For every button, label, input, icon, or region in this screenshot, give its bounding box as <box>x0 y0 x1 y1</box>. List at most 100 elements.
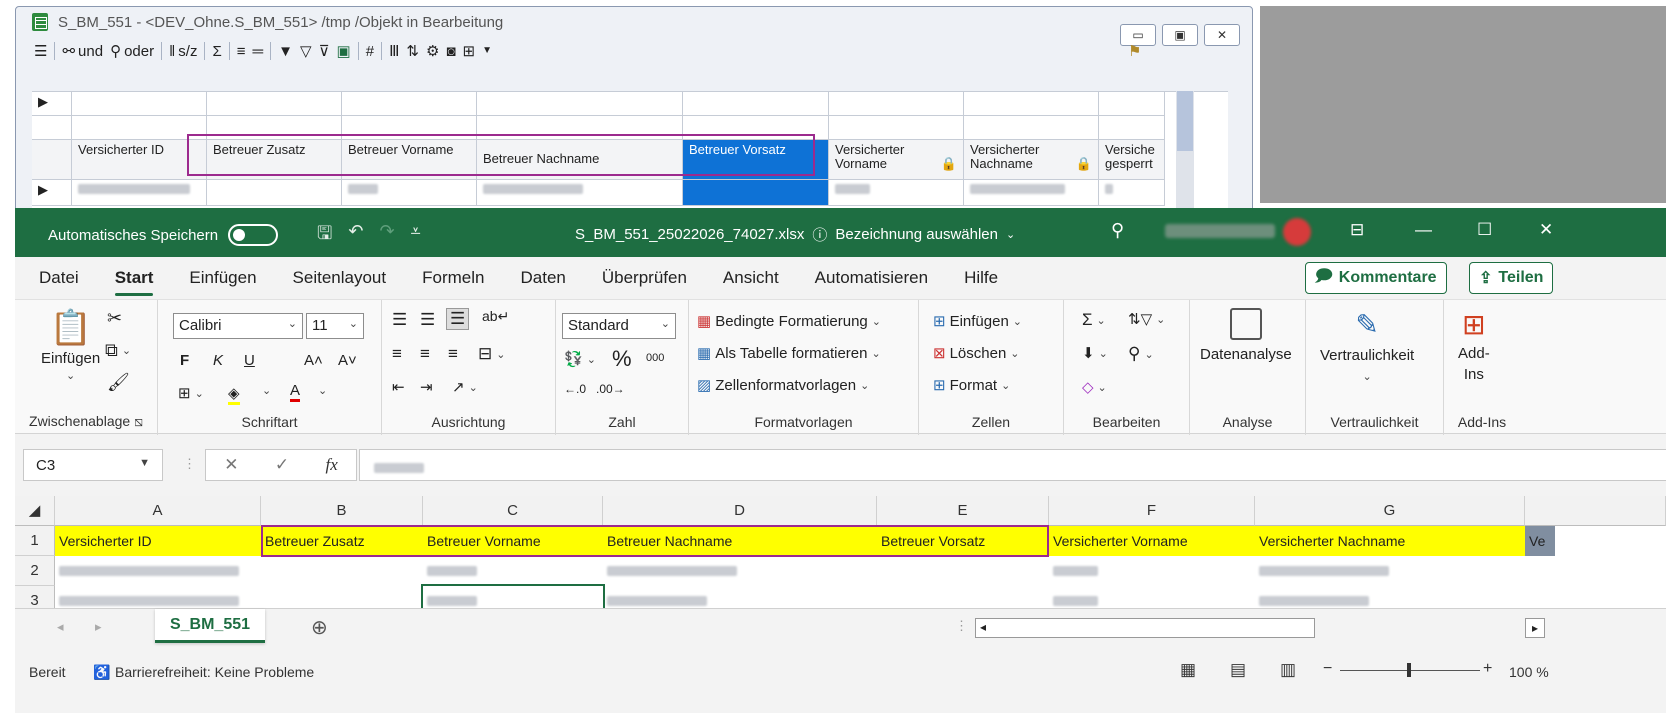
user-name[interactable] <box>1165 224 1275 238</box>
row-selector[interactable]: ▶ <box>32 92 72 116</box>
cell-a2[interactable] <box>55 556 261 586</box>
cut-icon[interactable]: ✂ <box>107 308 122 329</box>
copy-icon[interactable]: ⧉ ⌄ <box>105 340 131 361</box>
dialog-launcher-icon[interactable]: ⧅ <box>134 413 143 429</box>
font-name-box[interactable]: Calibri ⌄ <box>173 313 303 339</box>
add-sheet-icon[interactable]: ⊕ <box>311 615 328 640</box>
tab-datei[interactable]: Datei <box>39 268 79 288</box>
zoom-in-icon[interactable]: + <box>1483 660 1492 678</box>
row-header-1[interactable]: 1 <box>15 526 55 556</box>
grid-header-betreuer-zusatz[interactable]: Betreuer Zusatz <box>207 140 342 180</box>
shrink-font-button[interactable]: A˅ <box>338 352 357 369</box>
align-middle-icon[interactable]: ☰ <box>420 310 435 330</box>
horizontal-scrollbar[interactable]: ◂ <box>975 618 1315 638</box>
increase-decimal-icon[interactable]: ←.0 <box>564 382 586 396</box>
column-chooser-icon[interactable]: Ⅲ <box>389 44 399 59</box>
tab-ansicht[interactable]: Ansicht <box>723 268 779 288</box>
maximize-button[interactable]: ▣ <box>1162 24 1198 46</box>
merge-cells-icon[interactable]: ⊟ ⌄ <box>478 344 505 364</box>
font-color-button[interactable]: A <box>290 382 301 402</box>
minimize-icon[interactable]: — <box>1415 220 1432 240</box>
percent-button[interactable]: % <box>612 346 632 372</box>
autosum-icon[interactable]: Σ ⌄ <box>1082 310 1106 330</box>
row-selector[interactable]: ▶ <box>32 180 72 206</box>
select-all-corner[interactable]: ◢ <box>15 496 55 526</box>
font-color-chevron-icon[interactable]: ⌄ <box>318 384 327 397</box>
tab-start[interactable]: Start <box>114 268 153 296</box>
sensitivity-button[interactable]: ✎ Vertraulichkeit ⌄ <box>1320 308 1414 383</box>
scroll-tabs-left-icon[interactable]: ◂ <box>57 619 64 635</box>
tab-daten[interactable]: Daten <box>520 268 565 288</box>
borders-icon[interactable]: ⊞ ⌄ <box>178 384 204 402</box>
formula-input[interactable] <box>359 449 1666 481</box>
filter-rows-icon[interactable]: ☰ <box>34 44 47 59</box>
number-format-box[interactable]: Standard ⌄ <box>562 313 676 339</box>
sort-icon[interactable]: ⇅ <box>406 44 419 59</box>
fill-color-icon[interactable]: ◈ <box>228 384 240 405</box>
zoom-slider-thumb[interactable] <box>1407 663 1411 677</box>
delete-row-icon[interactable]: ═ <box>253 44 264 59</box>
addins-button[interactable]: ⊞ Add- Ins <box>1458 308 1490 383</box>
tab-hilfe[interactable]: Hilfe <box>964 268 998 288</box>
tab-einfuegen[interactable]: Einfügen <box>189 268 256 288</box>
hash-button[interactable]: # <box>366 44 374 59</box>
column-header-e[interactable]: E <box>877 496 1049 526</box>
save-icon[interactable]: 🖫 <box>317 221 332 251</box>
filter-options-icon[interactable]: ▽ <box>300 44 312 59</box>
insert-cells-button[interactable]: ⊞ Einfügen ⌄ <box>933 312 1022 331</box>
filter-icon[interactable]: ▼ <box>278 44 293 59</box>
format-painter-icon[interactable]: 🖌 <box>107 372 130 393</box>
grid-header-versicherter-nachname[interactable]: Versicherter Nachname 🔒 <box>964 140 1099 180</box>
clear-filter-icon[interactable]: ⊽ <box>319 44 330 59</box>
cell-c1[interactable]: Betreuer Vorname <box>423 526 603 556</box>
export-excel-icon[interactable]: ▣ <box>337 44 351 59</box>
autosave-toggle[interactable] <box>228 224 279 246</box>
underline-button[interactable]: U <box>244 352 255 369</box>
fill-icon[interactable]: ⬇ ⌄ <box>1082 344 1108 362</box>
cancel-entry-icon[interactable]: ✕ <box>224 455 238 475</box>
sz-button[interactable]: ‖ s/z <box>169 43 197 60</box>
and-filter-button[interactable]: ⚯ und <box>62 43 103 60</box>
accessibility-status[interactable]: Barrierefreiheit: Keine Probleme <box>115 664 314 680</box>
preview-icon[interactable]: ◙ <box>446 44 455 59</box>
bold-button[interactable]: F <box>180 352 189 369</box>
align-bottom-icon[interactable]: ☰ <box>446 308 470 330</box>
align-top-icon[interactable]: ☰ <box>392 310 407 330</box>
sum-icon[interactable]: Σ <box>212 44 221 59</box>
zoom-level[interactable]: 100 % <box>1509 664 1549 680</box>
cell-e1[interactable]: Betreuer Vorsatz <box>877 526 1049 556</box>
settings-gear-icon[interactable]: ⚙ <box>426 44 439 59</box>
or-filter-button[interactable]: ⚲ oder <box>110 43 154 60</box>
cell-a1[interactable]: Versicherter ID <box>55 526 261 556</box>
format-cells-button[interactable]: ⊞ Format ⌄ <box>933 376 1010 395</box>
share-button[interactable]: ⇪ Teilen <box>1469 262 1554 294</box>
scroll-right-button[interactable]: ▸ <box>1525 618 1545 638</box>
column-header-c[interactable]: C <box>423 496 603 526</box>
redo-icon[interactable]: ↷ <box>379 221 394 251</box>
search-icon[interactable]: ⚲ <box>1111 220 1124 241</box>
decrease-indent-icon[interactable]: ⇤ <box>392 378 405 396</box>
maximize-icon[interactable]: ☐ <box>1477 220 1492 240</box>
grid-header-versicherter-vorname[interactable]: Versicherter Vorname 🔒 <box>829 140 964 180</box>
currency-icon[interactable]: 💱 ⌄ <box>564 350 596 368</box>
delete-cells-button[interactable]: ⊠ Löschen ⌄ <box>933 344 1020 363</box>
italic-button[interactable]: K <box>213 352 223 369</box>
sort-filter-icon[interactable]: ⇅▽ ⌄ <box>1128 310 1165 328</box>
comments-button[interactable]: 🗩 Kommentare <box>1305 262 1447 294</box>
paste-button[interactable]: 📋 Einfügen ⌄ <box>41 308 100 382</box>
cell-c2[interactable] <box>423 556 603 586</box>
insert-row-icon[interactable]: ≡ <box>237 44 246 59</box>
thousands-button[interactable]: 000 <box>646 352 664 364</box>
cell-f2[interactable] <box>1049 556 1255 586</box>
row-header-2[interactable]: 2 <box>15 556 55 586</box>
file-name[interactable]: S_BM_551_25022026_74027.xlsx <box>575 226 804 243</box>
cell-h1[interactable]: Ve <box>1525 526 1555 556</box>
close-button[interactable]: ✕ <box>1204 24 1240 46</box>
column-header-f[interactable]: F <box>1049 496 1255 526</box>
cell-f1[interactable]: Versicherter Vorname <box>1049 526 1255 556</box>
align-center-icon[interactable]: ≡ <box>420 344 430 364</box>
cell-g2[interactable] <box>1255 556 1525 586</box>
tab-ueberpruefen[interactable]: Überprüfen <box>602 268 687 288</box>
find-icon[interactable]: ⚲ ⌄ <box>1128 344 1154 364</box>
fill-color-chevron-icon[interactable]: ⌄ <box>262 384 271 397</box>
